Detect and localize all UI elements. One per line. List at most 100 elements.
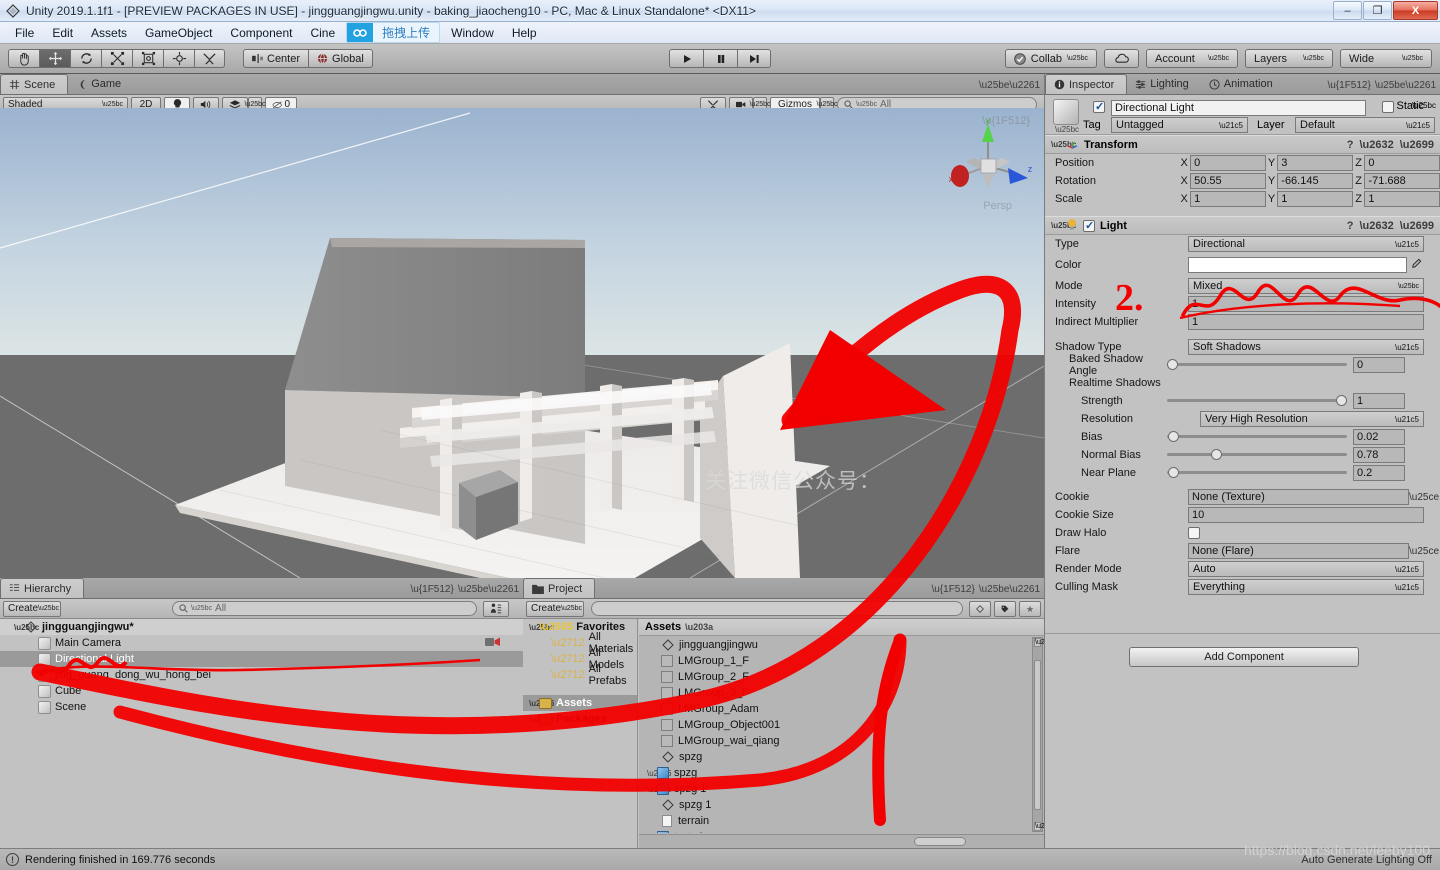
project-create-button[interactable]: Create \u25bc (526, 600, 584, 617)
scale-tool-button[interactable] (101, 49, 132, 68)
menu-edit[interactable]: Edit (43, 24, 82, 42)
slider-knob[interactable] (1167, 359, 1178, 370)
hierarchy-sort-button[interactable] (483, 600, 509, 617)
menu-help[interactable]: Help (503, 24, 546, 42)
menu-assets[interactable]: Assets (82, 24, 136, 42)
object-enabled-checkbox[interactable] (1093, 100, 1105, 116)
asset-row-spzg-prefab[interactable]: \u25b6 spzg (639, 765, 1031, 781)
hierarchy-create-button[interactable]: Create \u25bc (3, 600, 61, 617)
scene-viewport[interactable]: y z x \u{1F512} Persp 关注微信公众号： (0, 108, 1044, 578)
shadow-bias-slider[interactable] (1167, 429, 1347, 445)
asset-row-lmgroup-2-f[interactable]: LMGroup_2_F (639, 669, 1031, 685)
shadow-bias-input[interactable]: 0.02 (1353, 429, 1405, 445)
cloud-services-button[interactable] (1104, 49, 1139, 68)
project-folder-assets[interactable]: \u25b6 Assets (523, 695, 637, 711)
minimize-button[interactable]: – (1333, 1, 1362, 20)
asset-row-lmgroup-object001[interactable]: LMGroup_Object001 (639, 717, 1031, 733)
menu-file[interactable]: File (6, 24, 43, 42)
asset-row-lmgroup-3-f[interactable]: LMGroup_3_f (639, 685, 1031, 701)
rect-tool-button[interactable] (132, 49, 163, 68)
scale-x-input[interactable]: 1 (1190, 191, 1266, 207)
near-plane-input[interactable]: 0.2 (1353, 465, 1405, 481)
hierarchy-row-main-camera[interactable]: Main Camera (0, 635, 523, 651)
slider-knob[interactable] (1211, 449, 1222, 460)
asset-row-terrain[interactable]: terrain (639, 813, 1031, 829)
scale-y-input[interactable]: 1 (1277, 191, 1353, 207)
flare-picker-icon[interactable]: \u25ce (1409, 546, 1439, 557)
menu-cine[interactable]: Cine (301, 24, 344, 42)
slider-knob[interactable] (1336, 395, 1347, 406)
rotate-tool-button[interactable] (70, 49, 101, 68)
tab-scene[interactable]: Scene (0, 74, 69, 94)
collab-button[interactable]: Collab \u25bc (1004, 49, 1097, 68)
scene-lock-icon[interactable]: \u{1F512} (982, 115, 1030, 127)
asset-row-lmgroup-1-f[interactable]: LMGroup_1_F (639, 653, 1031, 669)
scene-panel-menu[interactable]: \u25be\u2261 (979, 80, 1040, 91)
project-vertical-scrollbar[interactable]: \u25b2 \u25bc (1032, 637, 1056, 832)
near-plane-slider[interactable] (1167, 465, 1347, 481)
scrollbar-thumb[interactable] (1034, 660, 1041, 810)
transform-component-header[interactable]: \u25bc Transform ? \u2632 \u2699 (1045, 135, 1440, 154)
menu-window[interactable]: Window (442, 24, 503, 42)
asset-row-spzg-1-prefab[interactable]: \u25b6 spzg 1 (639, 781, 1031, 797)
hand-tool-button[interactable] (8, 49, 39, 68)
move-tool-button[interactable] (39, 49, 70, 68)
preset-icon[interactable]: \u2632 (1360, 139, 1394, 151)
asset-row-jingguangjingwu[interactable]: jingguangjingwu (639, 637, 1031, 653)
indirect-multiplier-input[interactable]: 1 (1188, 314, 1424, 330)
culling-mask-dropdown[interactable]: Everything \u21c5 (1188, 579, 1424, 595)
inspector-panel-menu[interactable]: \u{1F512} \u25be\u2261 (1327, 80, 1436, 91)
cookie-size-input[interactable]: 10 (1188, 507, 1424, 523)
add-component-button[interactable]: Add Component (1129, 647, 1359, 667)
project-filter-type-button[interactable] (969, 600, 991, 617)
tab-game[interactable]: Game (68, 74, 133, 94)
menu-component[interactable]: Component (221, 24, 301, 42)
expand-triangle-icon[interactable]: \u25bc (529, 623, 554, 632)
scroll-up-arrow-icon[interactable]: \u25b2 (1034, 638, 1056, 647)
flare-object-field[interactable]: None (Flare) (1188, 543, 1409, 559)
asset-row-spzg-scene[interactable]: spzg (639, 749, 1031, 765)
lock-icon[interactable]: \u{1F512} (931, 584, 974, 595)
hierarchy-row-cube[interactable]: Cube (0, 683, 523, 699)
scale-z-input[interactable]: 1 (1364, 191, 1440, 207)
hierarchy-panel-menu[interactable]: \u{1F512} \u25be\u2261 (410, 584, 519, 595)
lock-icon[interactable]: \u{1F512} (410, 584, 453, 595)
slider-knob[interactable] (1168, 431, 1179, 442)
project-asset-rows[interactable]: jingguangjingwu LMGroup_1_F LMGroup_2_F … (639, 637, 1031, 833)
restore-button[interactable]: ❐ (1363, 1, 1392, 20)
expand-triangle-icon[interactable]: \u25bc (14, 623, 39, 632)
handle-rotation-button[interactable]: Global (308, 49, 373, 68)
normal-bias-input[interactable]: 0.78 (1353, 447, 1405, 463)
hierarchy-row-scene-object[interactable]: Scene (0, 699, 523, 715)
preset-icon[interactable]: \u2632 (1360, 220, 1394, 232)
project-tree[interactable]: \u25bc \u2605 Favorites \u2712 All Mater… (523, 619, 638, 848)
asset-row-lmgroup-wai-qiang[interactable]: LMGroup_wai_qiang (639, 733, 1031, 749)
tab-hierarchy[interactable]: Hierarchy (0, 578, 85, 598)
help-icon[interactable]: ? (1347, 139, 1354, 151)
lock-icon[interactable]: \u{1F512} (1327, 80, 1370, 91)
static-dropdown-arrow-icon[interactable]: \u25bc (1412, 101, 1436, 110)
project-horizontal-scrollbar[interactable] (639, 834, 1044, 848)
pause-button[interactable] (703, 49, 737, 68)
tab-lighting[interactable]: Lighting (1127, 74, 1201, 94)
cookie-object-field[interactable]: None (Texture) (1188, 489, 1409, 505)
tag-dropdown[interactable]: Untagged \u21c5 (1111, 117, 1248, 133)
asset-row-spzg-1-scene[interactable]: spzg 1 (639, 797, 1031, 813)
expand-triangle-icon[interactable]: \u25b6 (647, 769, 671, 778)
project-search-input[interactable] (591, 601, 963, 616)
project-favorite-button[interactable] (1019, 600, 1041, 617)
checkbox[interactable] (1093, 100, 1105, 113)
prefab-dropdown-arrow-icon[interactable]: \u25bc (1055, 125, 1079, 134)
rotation-y-input[interactable]: -66.145 (1277, 173, 1353, 189)
light-component-header[interactable]: \u25bc Light ? \u2632 \u2699 (1045, 216, 1440, 235)
account-dropdown[interactable]: Account \u25bc (1146, 49, 1238, 68)
layer-dropdown[interactable]: Default \u21c5 (1295, 117, 1435, 133)
light-intensity-input[interactable]: 1 (1188, 296, 1424, 312)
expand-triangle-icon[interactable]: \u25b6 (647, 785, 671, 794)
hierarchy-row-scene[interactable]: \u25bc jingguangjingwu* (0, 619, 523, 635)
baked-shadow-angle-slider[interactable] (1167, 357, 1347, 373)
hierarchy-search-input[interactable]: \u25bc All (172, 601, 477, 616)
menu-gameobject[interactable]: GameObject (136, 24, 221, 42)
tab-inspector[interactable]: Inspector (1045, 74, 1128, 94)
baked-shadow-angle-input[interactable]: 0 (1353, 357, 1405, 373)
